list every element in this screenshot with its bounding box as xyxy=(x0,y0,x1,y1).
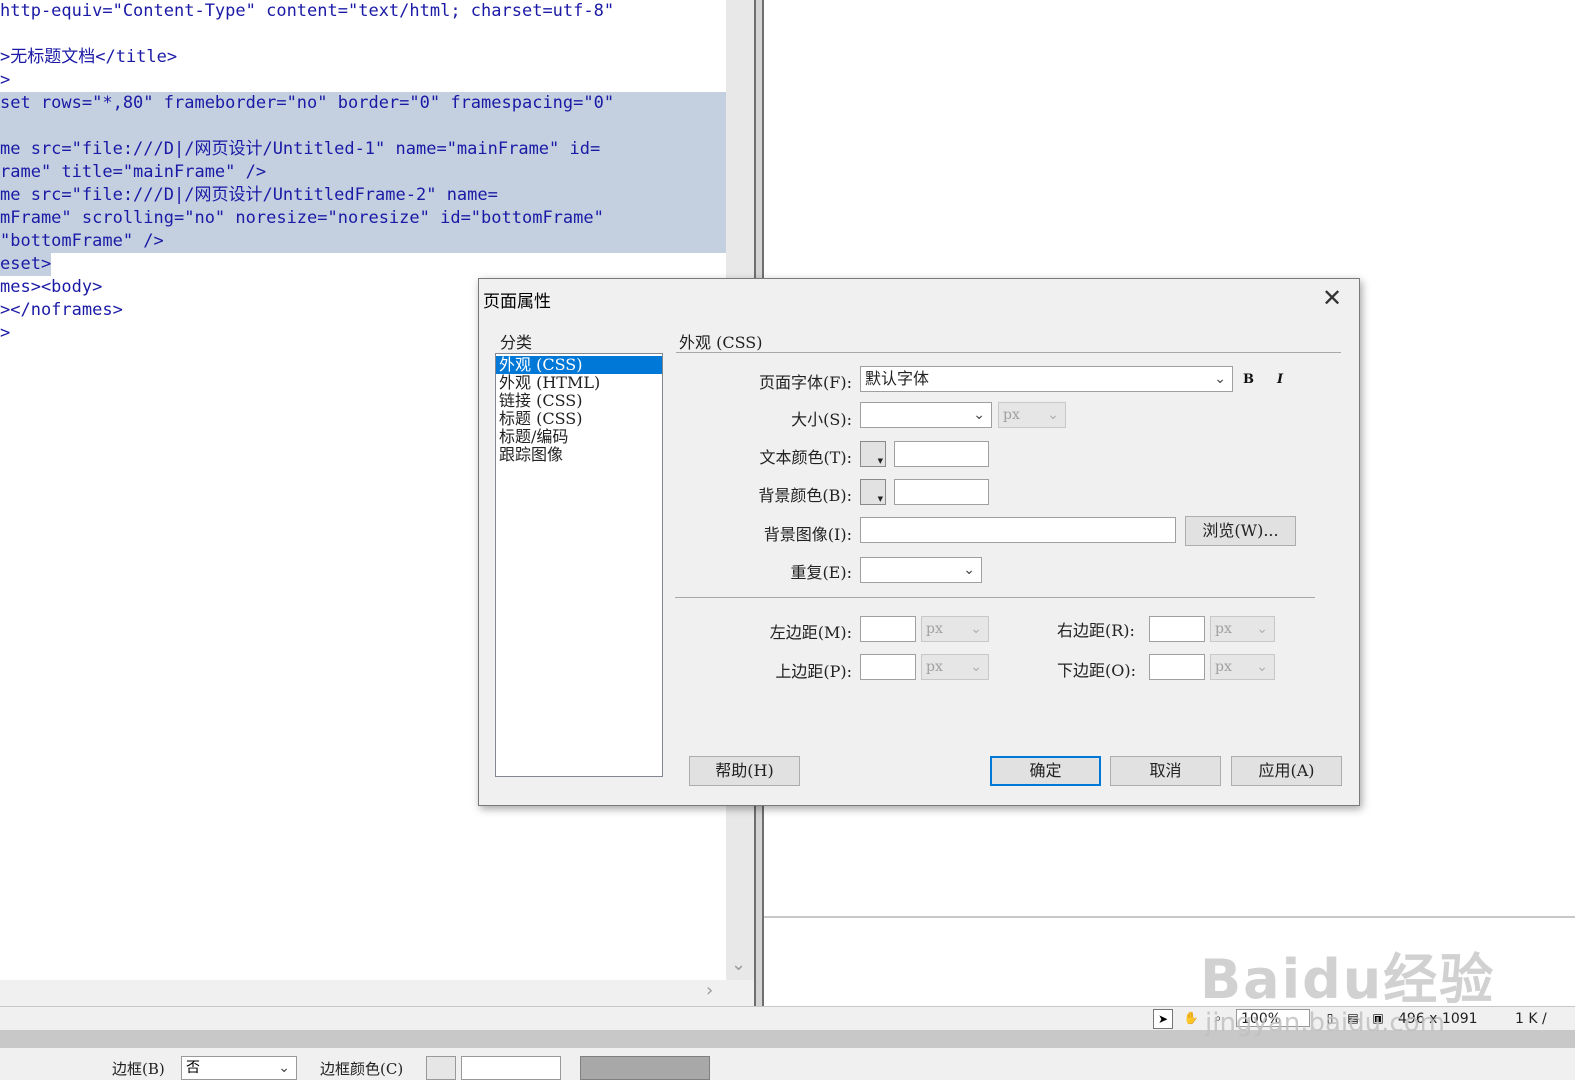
right-margin-label: 右边距(R): xyxy=(1057,621,1135,640)
watermark-url: jingyan.baidu.com xyxy=(1205,1008,1445,1038)
left-margin-unit[interactable]: px ⌄ xyxy=(921,616,989,642)
page-font-value: 默认字体 xyxy=(865,369,930,388)
bg-color-input[interactable] xyxy=(894,479,989,505)
category-list[interactable]: 外观 (CSS) 外观 (HTML) 链接 (CSS) 标题 (CSS) 标题/编码 跟踪… xyxy=(495,353,663,777)
code-line: > xyxy=(0,323,11,343)
category-item[interactable]: 标题 (CSS) xyxy=(496,410,662,428)
section-divider xyxy=(676,352,1341,353)
italic-button[interactable]: I xyxy=(1277,372,1283,387)
top-margin-label: 上边距(P): xyxy=(775,662,852,681)
border-color-input[interactable] xyxy=(461,1056,561,1080)
code-line: http-equiv="Content-Type" content="text/… xyxy=(0,1,615,21)
category-item[interactable]: 链接 (CSS) xyxy=(496,392,662,410)
right-margin-unit-value: px xyxy=(1215,621,1232,637)
section-title: 外观 (CSS) xyxy=(679,333,763,352)
bottom-margin-input[interactable] xyxy=(1149,654,1205,680)
size-unit-value: px xyxy=(1003,407,1020,423)
bottom-margin-unit[interactable]: px ⌄ xyxy=(1210,654,1275,680)
properties-panel: 边框(B) 否 ⌄ 边框颜色(C) xyxy=(0,1048,1575,1080)
scroll-down-icon[interactable]: ⌄ xyxy=(731,954,746,975)
dropdown-arrow-icon: ▼ xyxy=(877,495,883,503)
code-line xyxy=(0,115,726,138)
code-line: set rows="*,80" frameborder="no" border=… xyxy=(0,92,726,115)
code-line: rame" title="mainFrame" /> xyxy=(0,161,726,184)
category-item[interactable]: 外观 (CSS) xyxy=(496,356,662,374)
size-label: 大小(S): xyxy=(791,410,852,429)
code-line: me src="file:///D|/网页设计/Untitled-1" name… xyxy=(0,138,726,161)
bg-color-picker[interactable]: ▼ xyxy=(860,479,886,505)
top-margin-unit-value: px xyxy=(926,659,943,675)
bg-color-label: 背景颜色(B): xyxy=(758,486,852,505)
text-color-picker[interactable]: ▼ xyxy=(860,441,886,467)
frame-preview xyxy=(580,1056,710,1080)
browse-button[interactable]: 浏览(W)... xyxy=(1185,516,1296,546)
bold-button[interactable]: B xyxy=(1243,372,1254,387)
top-margin-input[interactable] xyxy=(860,654,916,680)
scroll-right-icon[interactable]: › xyxy=(706,980,713,1001)
code-horizontal-scrollbar[interactable]: › xyxy=(0,980,754,1006)
right-margin-input[interactable] xyxy=(1149,616,1205,642)
bg-image-label: 背景图像(I): xyxy=(763,525,852,544)
baidu-watermark: Baidu经验 xyxy=(1200,935,1500,1011)
apply-button[interactable]: 应用(A) xyxy=(1231,756,1342,786)
code-line: > xyxy=(0,70,11,90)
chevron-down-icon: ⌄ xyxy=(970,659,982,675)
code-line: >无标题文档</title> xyxy=(0,47,178,67)
size-select[interactable]: ⌄ xyxy=(860,402,992,428)
border-select[interactable]: 否 ⌄ xyxy=(181,1056,297,1080)
select-tool-icon[interactable]: ➤ xyxy=(1153,1009,1173,1029)
document-size: 1 K / xyxy=(1515,1011,1547,1027)
dialog-title: 页面属性 xyxy=(483,292,551,312)
border-color-label: 边框颜色(C) xyxy=(320,1060,404,1078)
chevron-down-icon: ⌄ xyxy=(1256,659,1268,675)
size-unit-select[interactable]: px ⌄ xyxy=(998,402,1066,428)
chevron-down-icon: ⌄ xyxy=(278,1060,290,1076)
code-line: eset> xyxy=(0,253,52,276)
page-properties-dialog: 页面属性 ✕ 分类 外观 (CSS) 外观 (HTML) 链接 (CSS) 标题 (C… xyxy=(478,278,1360,806)
text-color-input[interactable] xyxy=(894,441,989,467)
chevron-down-icon: ⌄ xyxy=(1214,371,1226,387)
repeat-label: 重复(E): xyxy=(790,563,852,582)
code-line: mFrame" scrolling="no" noresize="noresiz… xyxy=(0,207,726,230)
hand-tool-icon[interactable]: ✋ xyxy=(1181,1009,1201,1029)
dropdown-arrow-icon: ▼ xyxy=(877,457,883,465)
bottom-margin-unit-value: px xyxy=(1215,659,1232,675)
border-color-swatch[interactable] xyxy=(426,1056,456,1080)
help-button[interactable]: 帮助(H) xyxy=(689,756,800,786)
repeat-select[interactable]: ⌄ xyxy=(860,557,982,583)
left-margin-input[interactable] xyxy=(860,616,916,642)
chevron-down-icon: ⌄ xyxy=(1047,407,1059,423)
code-line: "bottomFrame" /> xyxy=(0,230,726,253)
left-margin-label: 左边距(M): xyxy=(769,623,852,642)
category-header: 分类 xyxy=(500,333,533,352)
code-line: me src="file:///D|/网页设计/UntitledFrame-2"… xyxy=(0,184,726,207)
right-margin-unit[interactable]: px ⌄ xyxy=(1210,616,1275,642)
page-font-label: 页面字体(F): xyxy=(759,373,852,392)
chevron-down-icon: ⌄ xyxy=(970,621,982,637)
code-line: mes><body> xyxy=(0,277,103,297)
page-font-select[interactable]: 默认字体 ⌄ xyxy=(860,366,1233,392)
frame-border-line xyxy=(764,916,1575,918)
border-label: 边框(B) xyxy=(112,1060,165,1078)
border-select-value: 否 xyxy=(186,1060,200,1076)
ok-button[interactable]: 确定 xyxy=(990,756,1101,786)
watermark-brand: Baidu经验 xyxy=(1200,948,1496,1011)
margins-divider xyxy=(675,597,1315,598)
category-item[interactable]: 标题/编码 xyxy=(496,428,662,446)
top-margin-unit[interactable]: px ⌄ xyxy=(921,654,989,680)
close-icon[interactable]: ✕ xyxy=(1317,283,1347,313)
category-item[interactable]: 外观 (HTML) xyxy=(496,374,662,392)
code-line: ></noframes> xyxy=(0,300,123,320)
cancel-button[interactable]: 取消 xyxy=(1110,756,1221,786)
chevron-down-icon: ⌄ xyxy=(1256,621,1268,637)
bottom-margin-label: 下边距(O): xyxy=(1057,661,1136,680)
left-margin-unit-value: px xyxy=(926,621,943,637)
bg-image-input[interactable] xyxy=(860,517,1176,543)
category-item[interactable]: 跟踪图像 xyxy=(496,446,662,464)
chevron-down-icon: ⌄ xyxy=(973,407,985,423)
text-color-label: 文本颜色(T): xyxy=(759,448,852,467)
chevron-down-icon: ⌄ xyxy=(963,562,975,578)
